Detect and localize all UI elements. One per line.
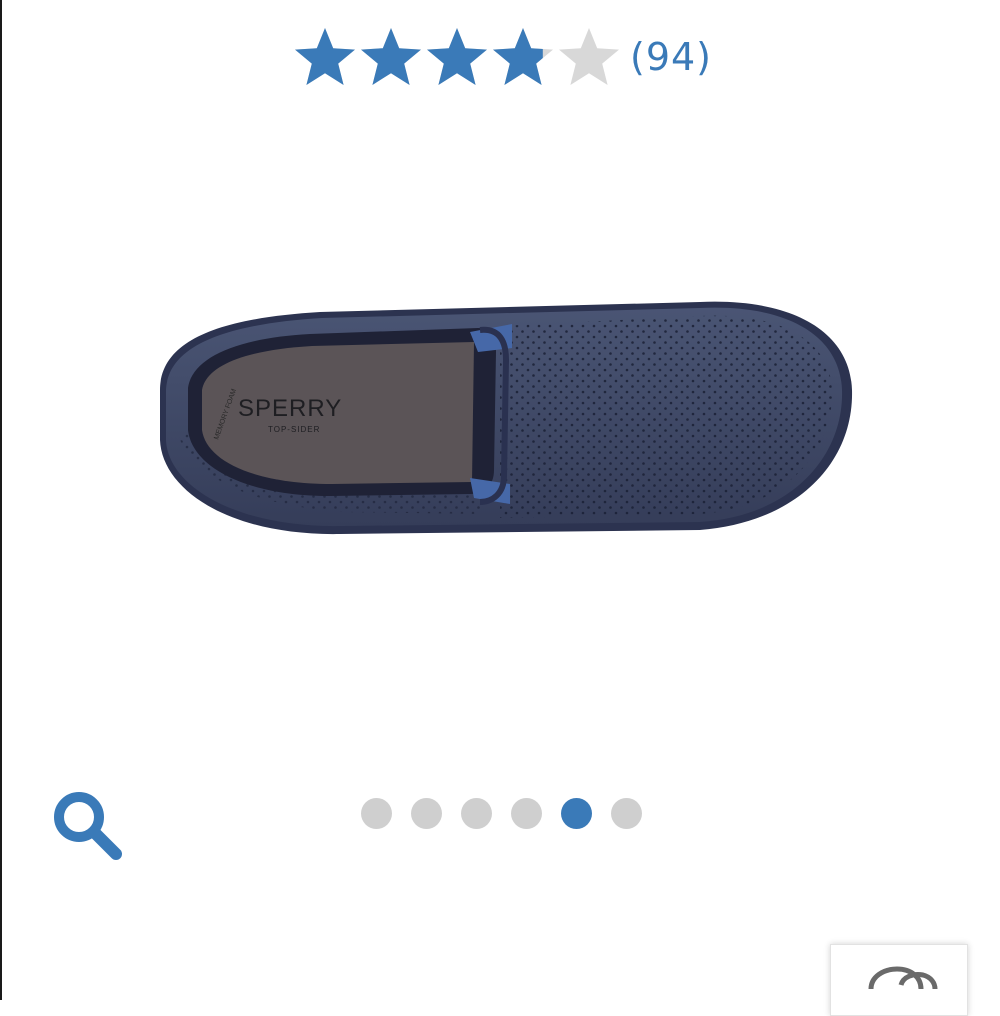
slip-on-shoe-image: SPERRY TOP-SIDER MEMORY FOAM <box>160 301 853 535</box>
chat-button[interactable] <box>830 944 968 1016</box>
star-rating <box>292 24 622 90</box>
star-icon <box>361 28 421 85</box>
left-edge-divider <box>0 0 2 1000</box>
zoom-button[interactable] <box>48 786 128 866</box>
magnifier-icon <box>54 792 122 860</box>
gallery-dot[interactable] <box>461 798 492 829</box>
gallery-dot[interactable] <box>511 798 542 829</box>
gallery-dot[interactable] <box>411 798 442 829</box>
gallery-dot-active[interactable] <box>561 798 592 829</box>
svg-text:TOP-SIDER: TOP-SIDER <box>268 425 320 434</box>
gallery-dot[interactable] <box>611 798 642 829</box>
review-count[interactable]: (94) <box>630 38 712 76</box>
gallery-pagination <box>361 798 661 829</box>
star-icon <box>427 28 487 85</box>
svg-text:SPERRY: SPERRY <box>238 395 342 422</box>
gallery-dot[interactable] <box>361 798 392 829</box>
chat-bubbles-icon <box>868 966 938 990</box>
product-image[interactable]: SPERRY TOP-SIDER MEMORY FOAM <box>140 290 860 550</box>
star-icon <box>559 28 619 85</box>
rating-summary[interactable]: (94) <box>292 22 712 92</box>
star-icon <box>295 28 355 85</box>
star-icon <box>493 28 553 85</box>
